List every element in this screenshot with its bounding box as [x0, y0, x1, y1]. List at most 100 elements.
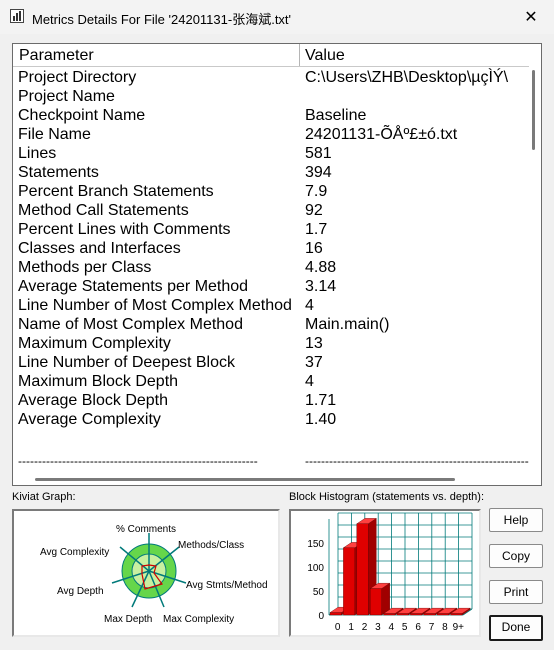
axis-avg-stmts: Avg Stmts/Method — [186, 580, 268, 591]
table-row[interactable]: Average Block Depth 1.71 — [13, 391, 529, 410]
histogram-bar — [369, 588, 382, 616]
table-row[interactable]: Methods per Class 4.88 — [13, 258, 529, 277]
parameter-cell: Project Name — [18, 88, 115, 105]
parameter-cell: File Name — [18, 126, 91, 143]
separator-parameter: ----------------------------------------… — [18, 454, 258, 468]
help-button[interactable]: Help — [489, 508, 543, 532]
table-row[interactable]: Project Name — [13, 87, 529, 106]
value-cell: 1.7 — [305, 221, 328, 238]
axis-comments: % Comments — [116, 524, 176, 535]
metrics-table[interactable]: Parameter Value Project Directory C:\User… — [12, 43, 542, 486]
histogram-bar — [410, 613, 423, 616]
histogram-svg: 0501001500 1 2 3 4 5 6 7 8 9+ — [307, 512, 473, 633]
histogram-y-tick: 150 — [307, 539, 324, 550]
parameter-cell: Maximum Complexity — [18, 335, 171, 352]
histogram-bar — [356, 523, 369, 616]
parameter-cell: Name of Most Complex Method — [18, 316, 243, 333]
kiviat-label: Kiviat Graph: — [12, 491, 76, 503]
parameter-cell: Statements — [18, 164, 99, 181]
histogram-bar — [423, 613, 436, 616]
value-cell: 581 — [305, 145, 332, 162]
parameter-cell: Maximum Block Depth — [18, 373, 179, 390]
horizontal-scroll-thumb[interactable] — [35, 478, 455, 481]
histogram-y-tick: 0 — [318, 611, 324, 622]
histogram-x-tick: 8 — [442, 622, 448, 633]
close-icon: ✕ — [524, 9, 538, 26]
print-button[interactable]: Print — [489, 580, 543, 604]
parameter-cell: Project Directory — [18, 69, 137, 86]
table-row[interactable]: Maximum Block Depth 4 — [13, 372, 529, 391]
histogram-x-tick: 5 — [402, 622, 408, 633]
table-row[interactable]: Method Call Statements 92 — [13, 201, 529, 220]
value-cell: 4 — [305, 297, 314, 314]
table-row[interactable]: Average Complexity 1.40 — [13, 410, 529, 429]
histogram-x-tick: 1 — [348, 622, 354, 633]
kiviat-graph: % Comments Methods/Class Avg Stmts/Metho… — [12, 509, 280, 637]
parameter-cell: Lines — [18, 145, 57, 162]
histogram-bar — [383, 613, 396, 616]
value-cell: Main.main() — [305, 316, 390, 333]
histogram-y-tick: 100 — [307, 563, 324, 574]
window-title: Metrics Details For File '24201131-张海斌.t… — [32, 12, 292, 27]
header-parameter[interactable]: Parameter — [19, 47, 94, 65]
table-row[interactable]: Classes and Interfaces 16 — [13, 239, 529, 258]
table-row[interactable]: Project Directory C:\Users\ZHB\Desktop\µç… — [13, 68, 529, 87]
table-rows: Project Directory C:\Users\ZHB\Desktop\µç… — [13, 68, 529, 429]
table-row[interactable]: Percent Lines with Comments 1.7 — [13, 220, 529, 239]
header-value[interactable]: Value — [305, 47, 345, 65]
value-cell: 13 — [305, 335, 323, 352]
parameter-cell: Methods per Class — [18, 259, 152, 276]
table-row[interactable]: Maximum Complexity 13 — [13, 334, 529, 353]
vertical-scroll-thumb[interactable] — [532, 70, 535, 150]
value-cell: 24201131-ÕÅº£±ó.txt — [305, 126, 458, 143]
histogram-x-tick: 0 — [335, 622, 341, 633]
value-cell: 7.9 — [305, 183, 328, 200]
histogram-x-tick: 9+ — [453, 622, 465, 633]
column-divider[interactable] — [299, 44, 300, 66]
horizontal-scrollbar[interactable] — [13, 473, 529, 485]
histogram-bar — [343, 547, 356, 616]
parameter-cell: Line Number of Deepest Block — [18, 354, 235, 371]
table-row[interactable]: File Name 24201131-ÕÅº£±ó.txt — [13, 125, 529, 144]
separator-value: ----------------------------------------… — [305, 454, 529, 468]
value-cell: 394 — [305, 164, 332, 181]
axis-avg-depth: Avg Depth — [57, 586, 104, 597]
histogram-x-tick: 7 — [429, 622, 435, 633]
value-cell: C:\Users\ZHB\Desktop\µçÌÝ\ — [305, 69, 509, 86]
table-row[interactable]: Percent Branch Statements 7.9 — [13, 182, 529, 201]
table-row[interactable]: Line Number of Most Complex Method 4 — [13, 296, 529, 315]
value-cell: 37 — [305, 354, 323, 371]
parameter-cell: Average Block Depth — [18, 392, 169, 409]
value-cell: Baseline — [305, 107, 367, 124]
parameter-cell: Checkpoint Name — [18, 107, 146, 124]
block-histogram: 0 50 100 150 0 1 2 3 4 5 6 7 8 9+ — [289, 509, 481, 637]
parameter-cell: Average Complexity — [18, 411, 161, 428]
vertical-scrollbar[interactable] — [529, 44, 541, 485]
parameter-cell: Percent Branch Statements — [18, 183, 214, 200]
value-cell: 1.71 — [305, 392, 337, 409]
table-row[interactable]: Checkpoint Name Baseline — [13, 106, 529, 125]
table-row[interactable]: Statements 394 — [13, 163, 529, 182]
histogram-x-tick: 6 — [415, 622, 421, 633]
histogram-bar — [329, 612, 342, 616]
histogram-y-tick: 50 — [313, 587, 325, 598]
parameter-cell: Average Statements per Method — [18, 278, 249, 295]
value-cell: 16 — [305, 240, 323, 257]
axis-max-depth: Max Depth — [104, 614, 152, 625]
histogram-label: Block Histogram (statements vs. depth): — [289, 491, 485, 503]
close-button[interactable]: ✕ — [508, 0, 554, 34]
table-row[interactable]: Average Statements per Method 3.14 — [13, 277, 529, 296]
table-row[interactable]: Name of Most Complex Method Main.main() — [13, 315, 529, 334]
value-cell: 1.40 — [305, 411, 337, 428]
title-bar: Metrics Details For File '24201131-张海斌.t… — [0, 0, 554, 34]
table-row[interactable]: Line Number of Deepest Block 37 — [13, 353, 529, 372]
histogram-bar — [396, 613, 409, 616]
histogram-x-tick: 3 — [375, 622, 381, 633]
parameter-cell: Classes and Interfaces — [18, 240, 181, 257]
histogram-bar — [450, 613, 463, 616]
table-row[interactable]: Lines 581 — [13, 144, 529, 163]
parameter-cell: Line Number of Most Complex Method — [18, 297, 292, 314]
done-button[interactable]: Done — [489, 615, 543, 641]
parameter-cell: Percent Lines with Comments — [18, 221, 231, 238]
copy-button[interactable]: Copy — [489, 544, 543, 568]
